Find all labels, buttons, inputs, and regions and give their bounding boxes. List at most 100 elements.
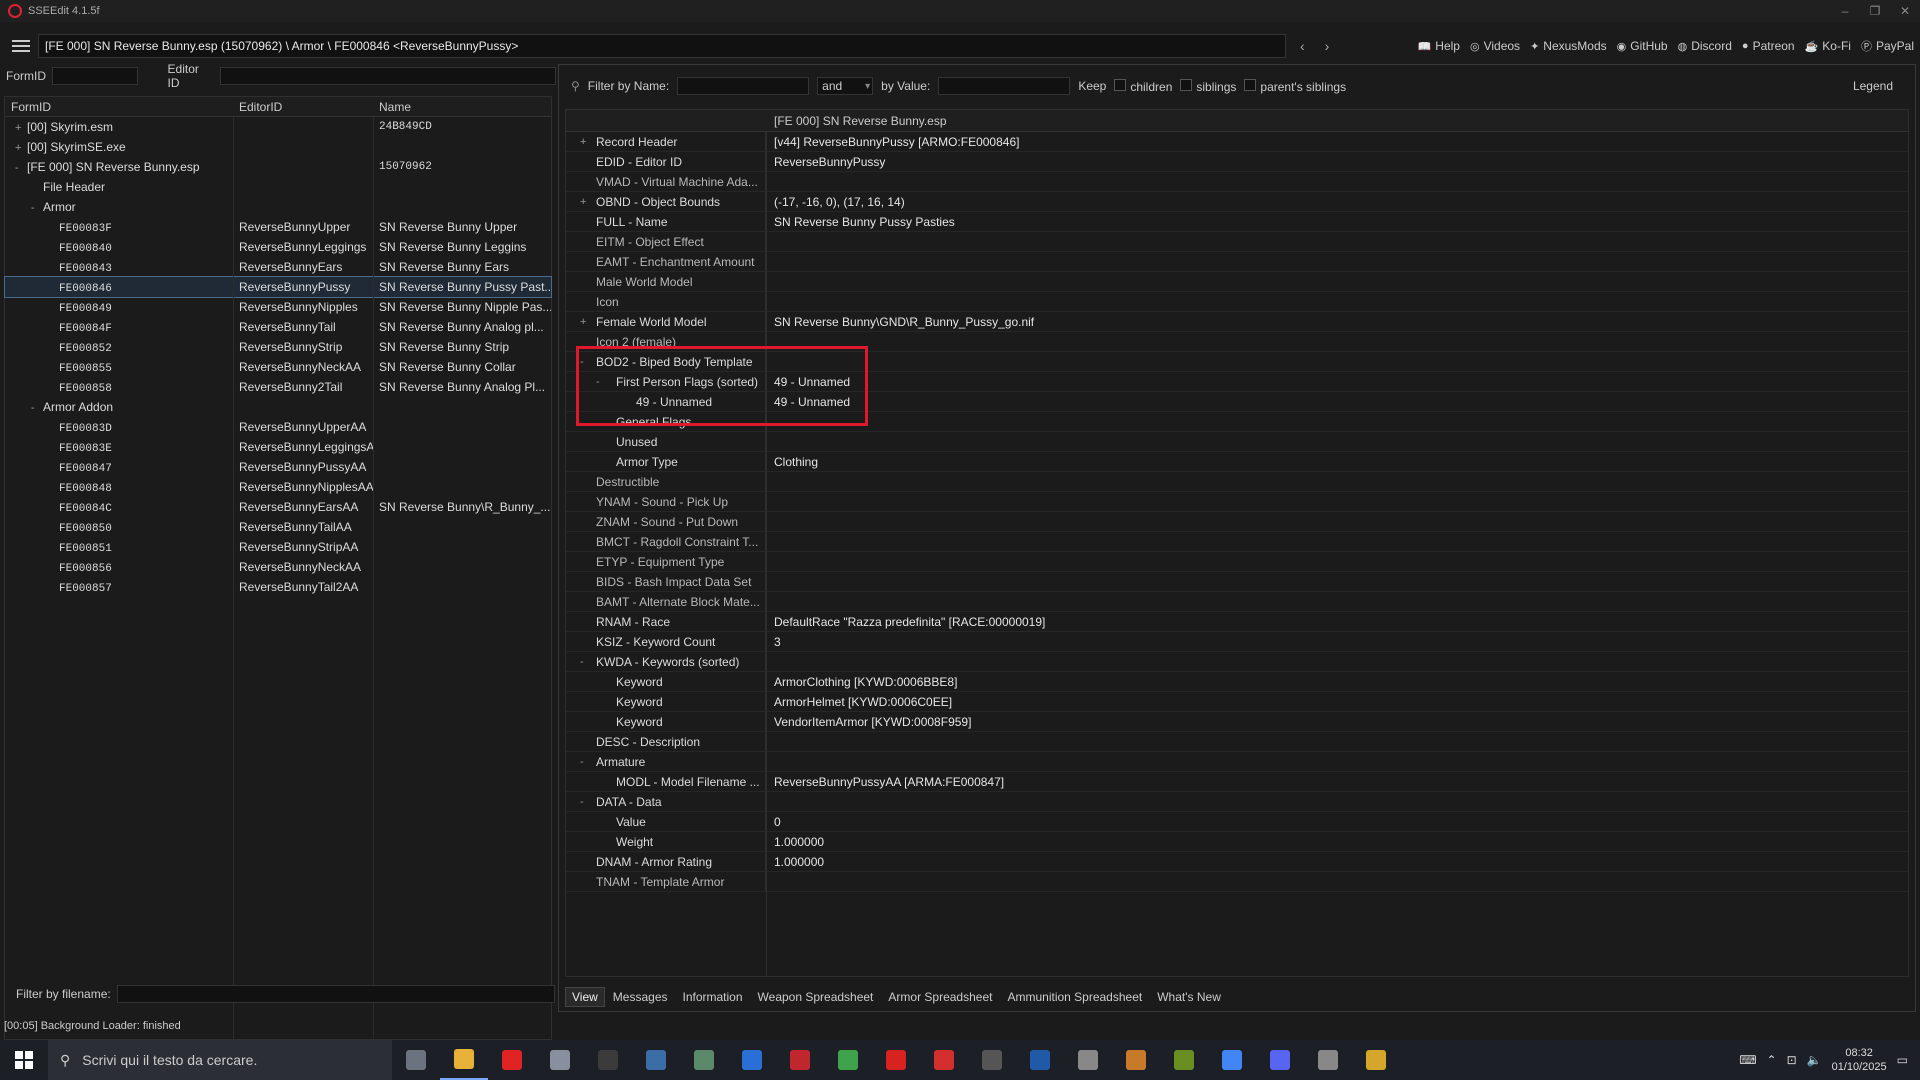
record-field-row[interactable]: YNAM - Sound - Pick Up xyxy=(566,492,1908,512)
record-field-row[interactable]: 49 - Unnamed 49 - Unnamed xyxy=(566,392,1908,412)
record-field-row[interactable]: VMAD - Virtual Machine Ada... xyxy=(566,172,1908,192)
link-discord[interactable]: ◍ Discord xyxy=(1678,39,1732,53)
clock[interactable]: 08:32 01/10/2025 xyxy=(1832,1046,1887,1074)
tree-row[interactable]: FE000849 ReverseBunnyNipples SN Reverse Bu… xyxy=(5,297,551,317)
record-field-row[interactable]: - KWDA - Keywords (sorted) xyxy=(566,652,1908,672)
record-field-row[interactable]: EITM - Object Effect xyxy=(566,232,1908,252)
tree-row[interactable]: FE00083F ReverseBunnyUpper SN Reverse Bunn… xyxy=(5,217,551,237)
record-field-row[interactable]: EAMT - Enchantment Amount xyxy=(566,252,1908,272)
field-value[interactable]: 3 xyxy=(766,635,1908,649)
forward-arrow-icon[interactable]: › xyxy=(1325,38,1330,54)
taskbar-app-icon[interactable] xyxy=(968,1040,1016,1080)
tree-row[interactable]: FE000840 ReverseBunnyLeggings SN Reverse B… xyxy=(5,237,551,257)
expand-icon[interactable]: - xyxy=(580,656,584,668)
tab-what-s-new[interactable]: What's New xyxy=(1150,987,1228,1007)
tab-armor-spreadsheet[interactable]: Armor Spreadsheet xyxy=(881,987,999,1007)
taskbar-app-icon[interactable] xyxy=(1304,1040,1352,1080)
col-editorid[interactable]: EditorID xyxy=(233,100,373,114)
field-value[interactable]: SN Reverse Bunny\GND\R_Bunny_Pussy_go.ni… xyxy=(766,315,1908,329)
record-field-row[interactable]: - First Person Flags (sorted) 49 - Unnamed xyxy=(566,372,1908,392)
legend-button[interactable]: Legend xyxy=(1853,79,1893,93)
volume-icon[interactable]: 🔈 xyxy=(1807,1053,1822,1067)
taskbar-app-icon[interactable] xyxy=(920,1040,968,1080)
tree-row[interactable]: + [00] Skyrim.esm 24B849CD xyxy=(5,117,551,137)
record-field-row[interactable]: DNAM - Armor Rating 1.000000 xyxy=(566,852,1908,872)
record-field-row[interactable]: BIDS - Bash Impact Data Set xyxy=(566,572,1908,592)
record-field-row[interactable]: + Record Header [v44] ReverseBunnyPussy [A… xyxy=(566,132,1908,152)
tree-row[interactable]: FE000858 ReverseBunny2Tail SN Reverse Bunn… xyxy=(5,377,551,397)
tree-row[interactable]: FE00083D ReverseBunnyUpperAA xyxy=(5,417,551,437)
expand-icon[interactable]: + xyxy=(580,196,586,208)
record-field-row[interactable]: FULL - Name SN Reverse Bunny Pussy Pastie… xyxy=(566,212,1908,232)
field-value[interactable]: ReverseBunnyPussy xyxy=(766,155,1908,169)
tab-information[interactable]: Information xyxy=(676,987,750,1007)
network-icon[interactable]: ⊡ xyxy=(1787,1053,1797,1067)
expand-icon[interactable]: + xyxy=(15,142,27,154)
taskbar-app-icon[interactable] xyxy=(536,1040,584,1080)
tree-row[interactable]: FE00083E ReverseBunnyLeggingsAA xyxy=(5,437,551,457)
tree-row[interactable]: - Armor xyxy=(5,197,551,217)
children-checkbox[interactable] xyxy=(1114,78,1127,91)
notifications-icon[interactable]: ▭ xyxy=(1897,1053,1908,1067)
record-field-row[interactable]: Destructible xyxy=(566,472,1908,492)
field-value[interactable]: VendorItemArmor [KYWD:0008F959] xyxy=(766,715,1908,729)
expand-icon[interactable]: - xyxy=(15,162,27,174)
field-value[interactable]: [v44] ReverseBunnyPussy [ARMO:FE000846] xyxy=(766,135,1908,149)
expand-icon[interactable]: - xyxy=(580,796,584,808)
field-value[interactable]: 1.000000 xyxy=(766,855,1908,869)
logic-combo[interactable]: and xyxy=(817,77,874,95)
record-field-row[interactable]: DESC - Description xyxy=(566,732,1908,752)
filter-name-input[interactable] xyxy=(677,77,810,95)
record-field-row[interactable]: MODL - Model Filename ... ReverseBunnyPus… xyxy=(566,772,1908,792)
taskbar-app-icon[interactable] xyxy=(440,1040,488,1080)
taskbar-app-icon[interactable] xyxy=(824,1040,872,1080)
taskbar-app-icon[interactable] xyxy=(488,1040,536,1080)
tab-ammunition-spreadsheet[interactable]: Ammunition Spreadsheet xyxy=(1000,987,1149,1007)
pin-icon[interactable]: ⚲ xyxy=(571,79,580,93)
taskbar-app-icon[interactable] xyxy=(1352,1040,1400,1080)
close-icon[interactable]: ✕ xyxy=(1890,0,1920,22)
record-field-row[interactable]: Armor Type Clothing xyxy=(566,452,1908,472)
siblings-checkbox[interactable] xyxy=(1180,78,1193,91)
tree-row[interactable]: FE000846 ReverseBunnyPussy SN Reverse Bunn… xyxy=(4,276,552,298)
tree-row[interactable]: FE000857 ReverseBunnyTail2AA xyxy=(5,577,551,597)
field-value[interactable]: 0 xyxy=(766,815,1908,829)
tree-row[interactable]: FE000850 ReverseBunnyTailAA xyxy=(5,517,551,537)
link-help[interactable]: 📖 Help xyxy=(1418,39,1460,53)
field-value[interactable]: ArmorClothing [KYWD:0006BBE8] xyxy=(766,675,1908,689)
field-value[interactable]: ArmorHelmet [KYWD:0006C0EE] xyxy=(766,695,1908,709)
back-arrow-icon[interactable]: ‹ xyxy=(1300,38,1305,54)
editorid-search-input[interactable] xyxy=(219,67,556,85)
tab-view[interactable]: View xyxy=(565,987,605,1007)
link-paypal[interactable]: Ⓟ PayPal xyxy=(1861,38,1914,54)
expand-icon[interactable]: + xyxy=(15,122,27,134)
field-value[interactable]: 1.000000 xyxy=(766,835,1908,849)
link-videos[interactable]: ◎ Videos xyxy=(1470,39,1520,53)
field-value[interactable]: (-17, -16, 0), (17, 16, 14) xyxy=(766,195,1908,209)
tree-row[interactable]: FE00084F ReverseBunnyTail SN Reverse Bunny… xyxy=(5,317,551,337)
windows-start-icon[interactable] xyxy=(0,1040,48,1080)
taskbar-app-icon[interactable] xyxy=(680,1040,728,1080)
taskbar-search[interactable]: ⚲ Scrivi qui il testo da cercare. xyxy=(48,1040,392,1080)
record-field-row[interactable]: BAMT - Alternate Block Mate... xyxy=(566,592,1908,612)
menu-icon[interactable] xyxy=(12,40,30,52)
field-value[interactable]: DefaultRace "Razza predefinita" [RACE:00… xyxy=(766,615,1908,629)
record-field-row[interactable]: Keyword ArmorHelmet [KYWD:0006C0EE] xyxy=(566,692,1908,712)
field-value[interactable]: Clothing xyxy=(766,455,1908,469)
expand-icon[interactable]: + xyxy=(580,136,586,148)
taskbar-app-icon[interactable] xyxy=(1208,1040,1256,1080)
record-field-row[interactable]: BMCT - Ragdoll Constraint T... xyxy=(566,532,1908,552)
expand-icon[interactable]: - xyxy=(596,376,600,388)
record-field-row[interactable]: Icon xyxy=(566,292,1908,312)
taskbar-app-icon[interactable] xyxy=(728,1040,776,1080)
link-patreon[interactable]: ● Patreon xyxy=(1742,39,1795,53)
record-field-row[interactable]: + Female World Model SN Reverse Bunny\GND\… xyxy=(566,312,1908,332)
formid-search-input[interactable] xyxy=(52,67,138,85)
record-field-row[interactable]: KSIZ - Keyword Count 3 xyxy=(566,632,1908,652)
minimize-icon[interactable]: – xyxy=(1830,0,1860,22)
maximize-icon[interactable]: ❐ xyxy=(1860,0,1890,22)
record-field-row[interactable]: Value 0 xyxy=(566,812,1908,832)
tree-row[interactable]: FE000852 ReverseBunnyStrip SN Reverse Bunn… xyxy=(5,337,551,357)
record-field-row[interactable]: - BOD2 - Biped Body Template xyxy=(566,352,1908,372)
tab-messages[interactable]: Messages xyxy=(606,987,675,1007)
